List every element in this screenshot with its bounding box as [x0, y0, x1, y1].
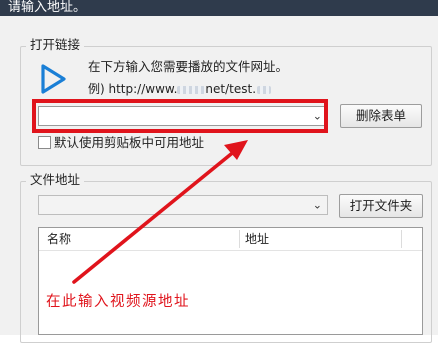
annotation-text: 在此输入视频源地址 — [46, 294, 190, 310]
annotation-arrow — [72, 140, 248, 284]
